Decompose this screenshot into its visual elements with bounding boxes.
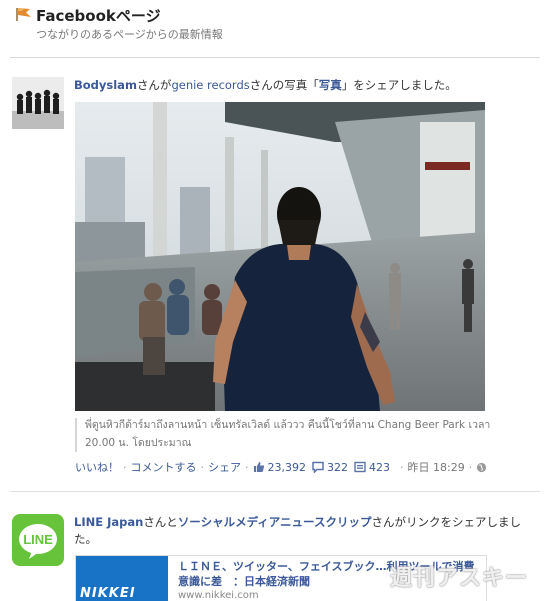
like-count-value: 23,392 [267, 460, 307, 474]
album-link[interactable]: 写真 [319, 78, 342, 92]
separator: · [245, 460, 249, 474]
shared-photo[interactable] [75, 102, 485, 411]
separator: · [468, 460, 473, 474]
share-icon [354, 461, 366, 473]
header-subtitle: つながりのあるページからの最新情報 [36, 28, 223, 41]
post2-text-a: さんと [143, 515, 178, 529]
line-japan-avatar[interactable]: LINE [12, 514, 64, 566]
post1-text-b: さんの写真「 [249, 78, 319, 92]
divider [10, 57, 540, 58]
divider [10, 491, 540, 492]
comment-count[interactable]: 322 [312, 461, 348, 474]
page-link-social-media-news[interactable]: ソーシャルメディアニュースクリップ [178, 515, 372, 529]
separator: · [400, 460, 404, 474]
comment-count-value: 322 [327, 460, 348, 474]
actor-link-line-japan[interactable]: LINE Japan [74, 515, 143, 529]
like-link[interactable]: いいね！ [75, 459, 119, 475]
post1-text-c: 」をシェアしました。 [341, 78, 457, 92]
post-timestamp[interactable]: 昨日 18:29 [408, 459, 465, 475]
photo-caption: พี่ตูนหิวกีต้าร์มาถึงลานหน้า เซ็นทรัลเวิ… [85, 419, 491, 449]
separator: · [200, 460, 205, 474]
line-logo-text: LINE [23, 532, 53, 547]
owner-link-genie-records[interactable]: genie records [171, 78, 249, 92]
nikkei-logo-text: NIKKEI [80, 586, 136, 601]
share-count[interactable]: 423 [354, 461, 390, 474]
share-count-value: 423 [369, 460, 390, 474]
pages-flag-icon [16, 8, 31, 21]
globe-icon [477, 462, 487, 472]
watermark: 週刊アスキー [389, 566, 528, 591]
post2-header: LINE Japanさんとソーシャルメディアニュースクリップさんがリンクをシェア… [74, 514, 534, 548]
thumbs-up-icon [253, 462, 264, 472]
post1-actions: いいね！ · コメントする · シェア · 23,392 322 423 · 昨… [75, 459, 487, 475]
comment-link[interactable]: コメントする [131, 459, 197, 475]
share-link[interactable]: シェア [208, 459, 241, 475]
post1-text-a: さんが [136, 78, 172, 92]
header-title: Facebookページ [36, 7, 161, 25]
bodyslam-avatar[interactable] [12, 77, 64, 129]
link-thumbnail: NIKKEI [76, 556, 168, 601]
actor-link-bodyslam[interactable]: Bodyslam [74, 78, 137, 92]
like-count[interactable]: 23,392 [253, 460, 307, 474]
link-url: www.nikkei.com [178, 590, 259, 601]
post1-header: Bodyslamさんがgenie recordsさんの写真「写真」をシェアしまし… [74, 77, 457, 93]
comment-icon [312, 461, 324, 473]
separator: · [123, 460, 127, 474]
caption-bar [75, 418, 77, 452]
